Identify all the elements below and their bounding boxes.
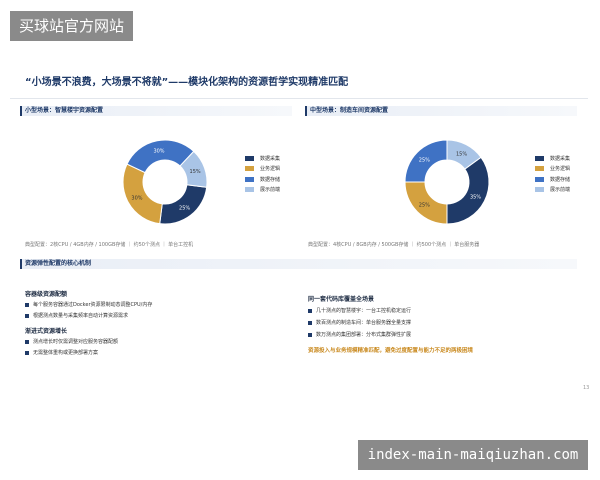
legend-item: 业务逻辑 <box>245 164 280 175</box>
list-item: 根据测点数量与采集频率自动计算资源需求 <box>25 312 128 319</box>
legend-swatch <box>535 166 544 172</box>
legend-item: 展示前端 <box>245 185 280 196</box>
legend-item: 数据采集 <box>245 153 280 164</box>
section-label-left: 小型场景：智慧楼宇资源配置 <box>25 107 104 114</box>
legend-swatch <box>245 155 254 161</box>
donut-data-label: 35% <box>470 195 481 201</box>
legend-label: 数据采集 <box>550 155 571 162</box>
bullet-icon <box>25 313 29 318</box>
heading-single-codebase: 同一套代码库覆盖全场景 <box>308 296 375 303</box>
donut-data-label: 30% <box>131 195 142 201</box>
page-number: 13 <box>583 385 590 391</box>
donut-data-label: 30% <box>153 149 164 155</box>
legend-label: 数据存储 <box>260 176 281 183</box>
legend-item: 数据存储 <box>245 174 280 185</box>
bullet-icon <box>25 350 29 355</box>
slide-title: “小场景不浪费，大场景不将就”——模块化架构的资源哲学实现精准匹配 <box>25 77 349 88</box>
config-line-right: 典型配置：4核CPU / 8GB内存 / 500GB存储 ｜ 约500个测点 ｜… <box>308 242 480 248</box>
legend-swatch <box>535 155 544 161</box>
list-item: 测点增长时仅需调整对应服务容器配额 <box>25 338 118 345</box>
donut-data-label: 15% <box>190 169 201 175</box>
legend-item: 业务逻辑 <box>535 164 570 175</box>
slide: “小场景不浪费，大场景不将就”——模块化架构的资源哲学实现精准匹配 小型场景：智… <box>10 65 590 405</box>
legend-left: 数据采集业务逻辑数据存储展示前端 <box>245 153 280 195</box>
list-item: 数百测点的制造车间：单台服务器全量支撑 <box>308 319 411 326</box>
section-label-right: 中型场景：制造车间资源配置 <box>310 107 389 114</box>
bullet-icon <box>25 339 29 344</box>
list-item: 无需整体重构或更换部署方案 <box>25 349 98 356</box>
watermark-bottom: index-main-maiqiuzhan.com <box>358 440 588 470</box>
legend-swatch <box>535 187 544 193</box>
legend-item: 展示前端 <box>535 185 570 196</box>
legend-label: 展示前端 <box>550 187 571 194</box>
heading-progressive-growth: 渐进式资源增长 <box>25 328 68 335</box>
bullet-icon <box>308 320 312 325</box>
legend-item: 数据存储 <box>535 174 570 185</box>
legend-right: 数据采集业务逻辑数据存储展示前端 <box>535 153 570 195</box>
donut-data-label: 25% <box>419 203 430 209</box>
legend-swatch <box>245 176 254 182</box>
legend-swatch <box>535 176 544 182</box>
donut-data-label: 25% <box>179 205 190 211</box>
legend-swatch <box>245 187 254 193</box>
legend-item: 数据采集 <box>535 153 570 164</box>
list-item: 数万测点的集团部署：分布式集群弹性扩展 <box>308 331 411 338</box>
bullet-icon <box>308 308 312 313</box>
heading-container-quota: 容器级资源配额 <box>25 291 68 298</box>
legend-label: 数据采集 <box>260 155 281 162</box>
donut-slice-2 <box>122 163 163 225</box>
section-bar-elastic <box>20 259 577 269</box>
legend-label: 业务逻辑 <box>550 166 571 173</box>
config-line-left: 典型配置：2核CPU / 4GB内存 / 100GB存储 ｜ 约50个测点 ｜ … <box>25 242 194 248</box>
donut-data-label: 15% <box>456 151 467 157</box>
list-item: 每个服务容器通过Docker资源限制动态调整CPU/内存 <box>25 301 152 308</box>
watermark-top: 买球站官方网站 <box>10 11 134 41</box>
legend-label: 展示前端 <box>260 187 281 194</box>
legend-swatch <box>245 166 254 172</box>
legend-label: 数据存储 <box>550 176 571 183</box>
donut-chart-small-scene: 25% 30% 30% 15% <box>122 139 208 225</box>
title-divider <box>10 98 588 99</box>
section-label-elastic: 资源弹性配置的核心机制 <box>25 260 92 267</box>
legend-label: 业务逻辑 <box>260 166 281 173</box>
bullet-icon <box>25 302 29 307</box>
highlight-note: 资源投入与业务规模精准匹配，避免过度配置与能力不足的两极困境 <box>308 348 474 354</box>
list-item: 几十测点的智慧楼宇：一台工控机稳定运行 <box>308 307 411 314</box>
donut-data-label: 25% <box>419 157 430 163</box>
donut-chart-medium-scene: 35% 25% 25% 15% <box>404 139 490 225</box>
bullet-icon <box>308 332 312 337</box>
